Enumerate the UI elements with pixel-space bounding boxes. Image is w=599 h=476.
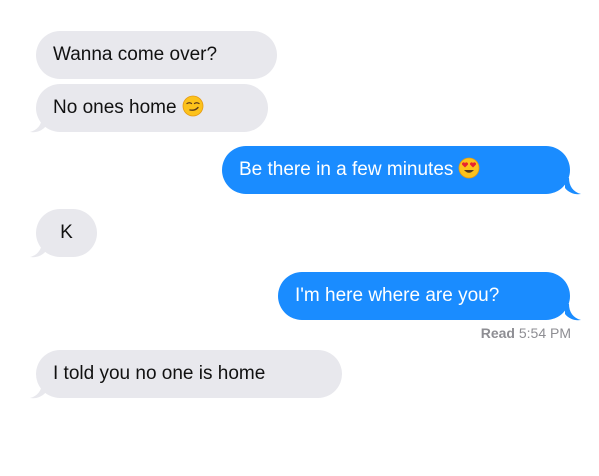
read-time: 5:54 PM bbox=[518, 325, 571, 341]
incoming-bubble-tail bbox=[28, 116, 46, 134]
message-text: K bbox=[60, 222, 73, 243]
incoming-message-bubble[interactable]: Wanna come over? bbox=[36, 31, 277, 79]
read-status: Read bbox=[480, 325, 515, 341]
incoming-message-bubble[interactable]: I told you no one is home bbox=[36, 350, 342, 398]
smirking-face-emoji-icon bbox=[182, 95, 204, 117]
outgoing-bubble-tail bbox=[565, 178, 583, 196]
outgoing-message-bubble[interactable]: I'm here where are you? bbox=[278, 272, 570, 320]
incoming-bubble-tail bbox=[28, 382, 46, 400]
read-receipt: Read 5:54 PM bbox=[481, 324, 571, 342]
message-text: I'm here where are you? bbox=[295, 285, 500, 306]
incoming-bubble-tail bbox=[28, 241, 46, 259]
message-text: No ones home bbox=[53, 97, 177, 118]
incoming-message-bubble[interactable]: No ones home bbox=[36, 84, 268, 132]
heart-eyes-emoji-icon bbox=[458, 157, 480, 179]
message-text: Be there in a few minutes bbox=[239, 159, 454, 180]
message-text: I told you no one is home bbox=[53, 363, 266, 384]
outgoing-bubble-tail bbox=[565, 304, 583, 322]
message-text: Wanna come over? bbox=[53, 44, 218, 65]
outgoing-message-bubble[interactable]: Be there in a few minutes bbox=[222, 146, 570, 194]
